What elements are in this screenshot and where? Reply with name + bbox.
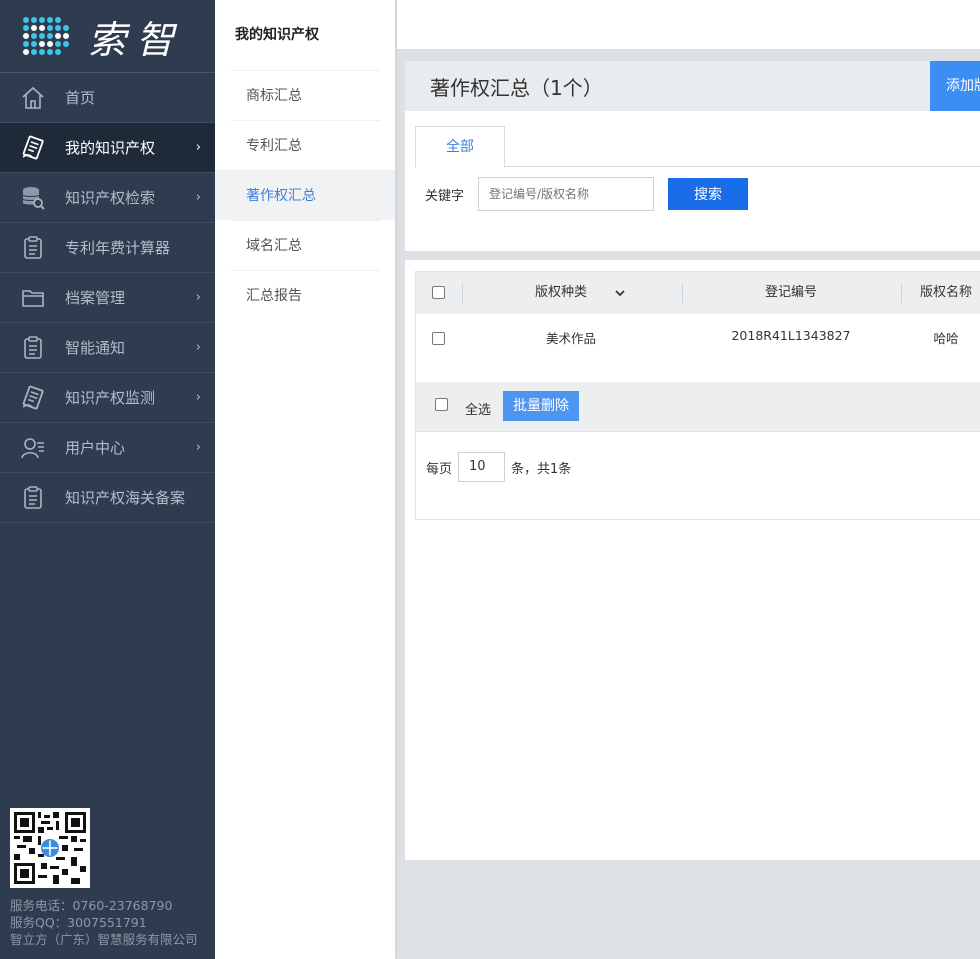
brand-name: 索智	[88, 17, 185, 62]
select-all-header-checkbox[interactable]	[432, 286, 445, 299]
pager-summary: 条，共1条	[511, 461, 572, 477]
copyright-table: 版权种类 登记编号 版权名称 美术作品 2018R41L1343827 哈哈 全…	[415, 271, 980, 520]
folder-icon	[20, 285, 46, 311]
contact-info: 服务电话：0760-23768790 服务QQ：3007551791 智立方（广…	[10, 897, 215, 948]
column-header-name: 版权名称	[919, 285, 972, 300]
select-all-label[interactable]: 全选	[465, 399, 491, 418]
subnav-title: 我的知识产权	[235, 27, 319, 43]
chevron-down-icon[interactable]	[614, 287, 626, 299]
sidebar-item-7[interactable]: 用户中心 ›	[0, 423, 215, 473]
subnav-item-1[interactable]: 专利汇总	[230, 120, 380, 170]
subnav-item-2[interactable]: 著作权汇总	[215, 170, 395, 220]
column-separator	[462, 283, 463, 303]
per-page-input[interactable]: 10	[458, 452, 506, 482]
chevron-right-icon: ›	[195, 440, 201, 455]
tab-bar: 全部	[415, 126, 980, 168]
column-header-reg-no: 登记编号	[764, 285, 817, 300]
cell-type: 美术作品	[545, 331, 596, 346]
service-phone: 服务电话：0760-23768790	[10, 898, 173, 913]
subnav-item-3[interactable]: 域名汇总	[230, 220, 380, 270]
sidebar: 索智 首页 我的知识产权 › 知识产权检索 › 专利年费计算器 档案管理 › 智能通知 › 知识产权…	[0, 0, 215, 959]
database-search-icon	[20, 185, 46, 211]
subnav-item-4[interactable]: 汇总报告	[230, 270, 380, 320]
subnav-item-0[interactable]: 商标汇总	[230, 70, 380, 120]
row-checkbox[interactable]	[432, 332, 445, 345]
service-qq: 服务QQ：3007551791	[10, 915, 147, 930]
home-icon	[20, 85, 46, 111]
clipboard-icon	[20, 335, 46, 361]
chevron-right-icon: ›	[195, 140, 201, 155]
qr-code-icon	[14, 812, 86, 884]
sidebar-item-5[interactable]: 智能通知 ›	[0, 323, 215, 373]
sidebar-item-label: 用户中心	[65, 439, 126, 457]
clipboard-icon	[20, 485, 46, 511]
results-panel: 版权种类 登记编号 版权名称 美术作品 2018R41L1343827 哈哈 全…	[405, 260, 980, 860]
chevron-right-icon: ›	[195, 290, 201, 305]
cell-name[interactable]: 哈哈	[911, 328, 980, 347]
sidebar-item-1[interactable]: 我的知识产权 ›	[0, 123, 215, 173]
sidebar-item-label: 专利年费计算器	[65, 239, 171, 257]
keyword-input[interactable]	[478, 177, 655, 211]
column-separator	[682, 283, 683, 303]
tab-all[interactable]: 全部	[415, 126, 505, 168]
company-name: 智立方（广东）智慧服务有限公司	[10, 932, 198, 947]
subnav-list: 商标汇总 专利汇总 著作权汇总 域名汇总 汇总报告	[215, 70, 395, 320]
sidebar-item-label: 知识产权海关备案	[65, 489, 186, 507]
sidebar-item-0[interactable]: 首页	[0, 73, 215, 123]
search-row: 关键字 搜索	[425, 177, 749, 211]
select-all-checkbox[interactable]	[435, 398, 448, 411]
column-separator	[901, 283, 902, 303]
sidebar-item-label: 档案管理	[65, 289, 126, 307]
sidebar-item-8[interactable]: 知识产权海关备案	[0, 473, 215, 523]
search-panel: 著作权汇总（1个） 添加版权 全部 关键字 搜索	[405, 61, 980, 251]
keyword-label: 关键字	[425, 188, 465, 204]
bulk-action-bar: 全选 批量删除	[416, 382, 980, 432]
qr-code	[10, 808, 90, 888]
sidebar-item-label: 首页	[65, 89, 96, 107]
column-type-label: 版权种类	[534, 285, 587, 300]
chevron-right-icon: ›	[195, 340, 201, 355]
table-header: 版权种类 登记编号 版权名称	[416, 272, 980, 314]
document-icon	[20, 385, 46, 411]
per-page-label: 每页	[426, 461, 453, 477]
search-button[interactable]: 搜索	[668, 178, 749, 210]
pagination: 每页 10 条，共1条	[426, 452, 571, 482]
sidebar-item-6[interactable]: 知识产权监测 ›	[0, 373, 215, 423]
subnav: 我的知识产权 商标汇总 专利汇总 著作权汇总 域名汇总 汇总报告	[215, 0, 395, 959]
table-row: 美术作品 2018R41L1343827 哈哈	[416, 314, 980, 382]
bulk-delete-button[interactable]: 批量删除	[503, 391, 579, 421]
page-title: 著作权汇总（1个）	[405, 61, 980, 111]
sidebar-item-2[interactable]: 知识产权检索 ›	[0, 173, 215, 223]
logo[interactable]: 索智	[0, 0, 215, 73]
user-icon	[20, 435, 46, 461]
brand-logo-icon	[20, 14, 72, 58]
sidebar-item-3[interactable]: 专利年费计算器	[0, 223, 215, 273]
top-bar	[397, 0, 980, 50]
sidebar-item-label: 我的知识产权	[65, 139, 156, 157]
document-icon	[20, 135, 46, 161]
chevron-right-icon: ›	[195, 390, 201, 405]
add-copyright-button[interactable]: 添加版权	[930, 61, 980, 111]
chevron-right-icon: ›	[195, 190, 201, 205]
cell-reg-no: 2018R41L1343827	[731, 328, 851, 343]
sidebar-item-label: 知识产权检索	[65, 189, 156, 207]
sidebar-item-label: 智能通知	[65, 339, 126, 357]
page-background	[397, 860, 980, 959]
sidebar-item-label: 知识产权监测	[65, 389, 156, 407]
sidebar-nav: 首页我的知识产权 › 知识产权检索 › 专利年费计算器 档案管理 › 智能通知 › 知识产权监测 ›…	[0, 73, 215, 523]
sidebar-item-4[interactable]: 档案管理 ›	[0, 273, 215, 323]
clipboard-icon	[20, 235, 46, 261]
